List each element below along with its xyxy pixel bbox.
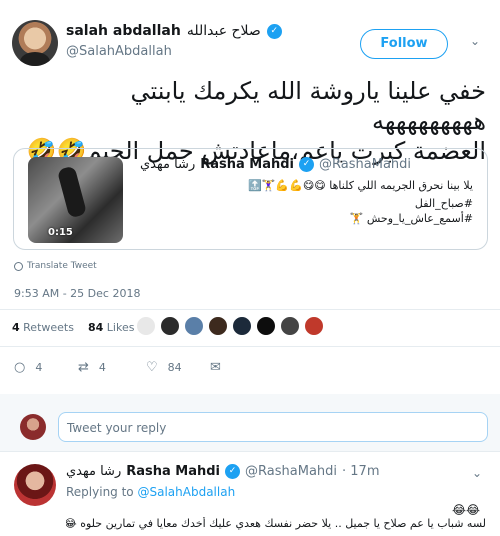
liker-avatar[interactable] <box>280 316 300 336</box>
author-name-row[interactable]: salah abdallah صلاح عبدالله ✓ <box>66 23 282 39</box>
tweet-timestamp[interactable]: 9:53 AM - 25 Dec 2018 <box>14 287 140 300</box>
reply-author-name[interactable]: Rasha Mahdi <box>126 464 220 479</box>
likes-count: 84 <box>87 321 104 334</box>
current-user-avatar <box>20 414 46 440</box>
tweet-stats: 4 Retweets 84 Likes <box>12 321 134 334</box>
section-separator <box>0 394 500 404</box>
divider <box>0 309 500 310</box>
retweets-count: 4 <box>12 321 20 334</box>
liker-avatar[interactable] <box>232 316 252 336</box>
retweet-icon: ⇄ <box>78 360 89 375</box>
likes-stat[interactable]: 84 Likes <box>88 321 134 334</box>
quoted-hashtag[interactable]: #صباح_الفل <box>143 197 473 210</box>
liker-avatar[interactable] <box>208 316 228 336</box>
reply-text: لسه شباب يا عم صلاح يا جميل .. يلا حضر ن… <box>66 517 486 530</box>
tweet-text-line: خفي علينا ياروشة الله يكرمك يابنتي ههههه… <box>130 77 486 135</box>
author-avatar[interactable] <box>12 20 58 66</box>
globe-icon <box>14 261 23 271</box>
liker-avatar[interactable] <box>184 316 204 336</box>
replying-to-handle[interactable]: @SalahAbdallah <box>137 485 235 499</box>
retweet-count: 4 <box>98 361 106 374</box>
like-action[interactable]: ♡ 84 <box>146 360 210 375</box>
quoted-text-line: يلا بينا نحرق الجريمه اللي كلناها 😋😋💪💪🏋️… <box>248 179 473 192</box>
reply-author-handle[interactable]: @RashaMahdi <box>245 464 337 479</box>
divider <box>0 346 500 347</box>
quoted-author-handle: @RashaMahdi <box>319 157 412 172</box>
reply-author-row: رشا مهدي Rasha Mahdi ✓ @RashaMahdi · 17m <box>66 464 380 479</box>
liker-avatar[interactable] <box>256 316 276 336</box>
chevron-down-icon[interactable]: ⌄ <box>470 34 484 48</box>
quoted-author-row: رشا مهدي Rasha Mahdi ✓ @RashaMahdi <box>140 157 411 172</box>
retweets-stat[interactable]: 4 Retweets <box>12 321 74 334</box>
reply-action[interactable]: ○ 4 <box>14 360 78 375</box>
author-name[interactable]: salah abdallah <box>66 23 181 39</box>
liker-avatar[interactable] <box>136 316 156 336</box>
reply-input[interactable]: Tweet your reply <box>58 412 488 442</box>
envelope-icon: ✉ <box>210 360 221 375</box>
reply-composer: Tweet your reply <box>0 404 500 452</box>
tweet-actions: ○ 4 ⇄ 4 ♡ 84 ✉ <box>14 360 240 375</box>
reply-time[interactable]: · 17m <box>342 464 379 479</box>
verified-badge-icon: ✓ <box>225 464 241 479</box>
retweets-label: Retweets <box>23 321 74 334</box>
liker-avatar[interactable] <box>304 316 324 336</box>
likers-avatars <box>136 316 324 336</box>
quoted-tweet[interactable]: 0:15 رشا مهدي Rasha Mahdi ✓ @RashaMahdi … <box>13 148 488 250</box>
verified-badge-icon: ✓ <box>266 23 282 39</box>
likes-label: Likes <box>106 321 135 334</box>
quoted-hashtag[interactable]: #أسمع_عاش_يا_وحش 🏋️ <box>143 212 473 225</box>
retweet-action[interactable]: ⇄ 4 <box>78 360 146 375</box>
reply-emoji-line: 😂😂 <box>451 503 480 517</box>
author-name-arabic[interactable]: صلاح عبدالله <box>187 23 261 39</box>
verified-badge-icon: ✓ <box>299 157 315 172</box>
follow-button[interactable]: Follow <box>360 29 448 59</box>
heart-icon: ♡ <box>146 360 158 375</box>
video-duration: 0:15 <box>48 227 73 238</box>
reply-author-avatar[interactable] <box>14 464 56 506</box>
translate-tweet-link[interactable]: Translate Tweet <box>14 261 97 271</box>
like-count: 84 <box>167 361 182 374</box>
liker-avatar[interactable] <box>160 316 180 336</box>
replying-to: Replying to @SalahAbdallah <box>66 485 235 499</box>
quoted-author-name: Rasha Mahdi <box>200 157 295 172</box>
translate-label[interactable]: Translate Tweet <box>27 261 97 271</box>
replying-label: Replying to <box>66 485 134 499</box>
reply-count: 4 <box>35 361 43 374</box>
reply-icon: ○ <box>14 360 26 375</box>
chevron-down-icon[interactable]: ⌄ <box>472 466 482 480</box>
author-handle[interactable]: @SalahAbdallah <box>66 44 172 59</box>
message-action[interactable]: ✉ <box>210 360 240 375</box>
reply-author-name-arabic[interactable]: رشا مهدي <box>66 464 121 479</box>
quoted-video-thumbnail[interactable]: 0:15 <box>28 157 123 243</box>
quoted-author-name-arabic: رشا مهدي <box>140 157 196 172</box>
